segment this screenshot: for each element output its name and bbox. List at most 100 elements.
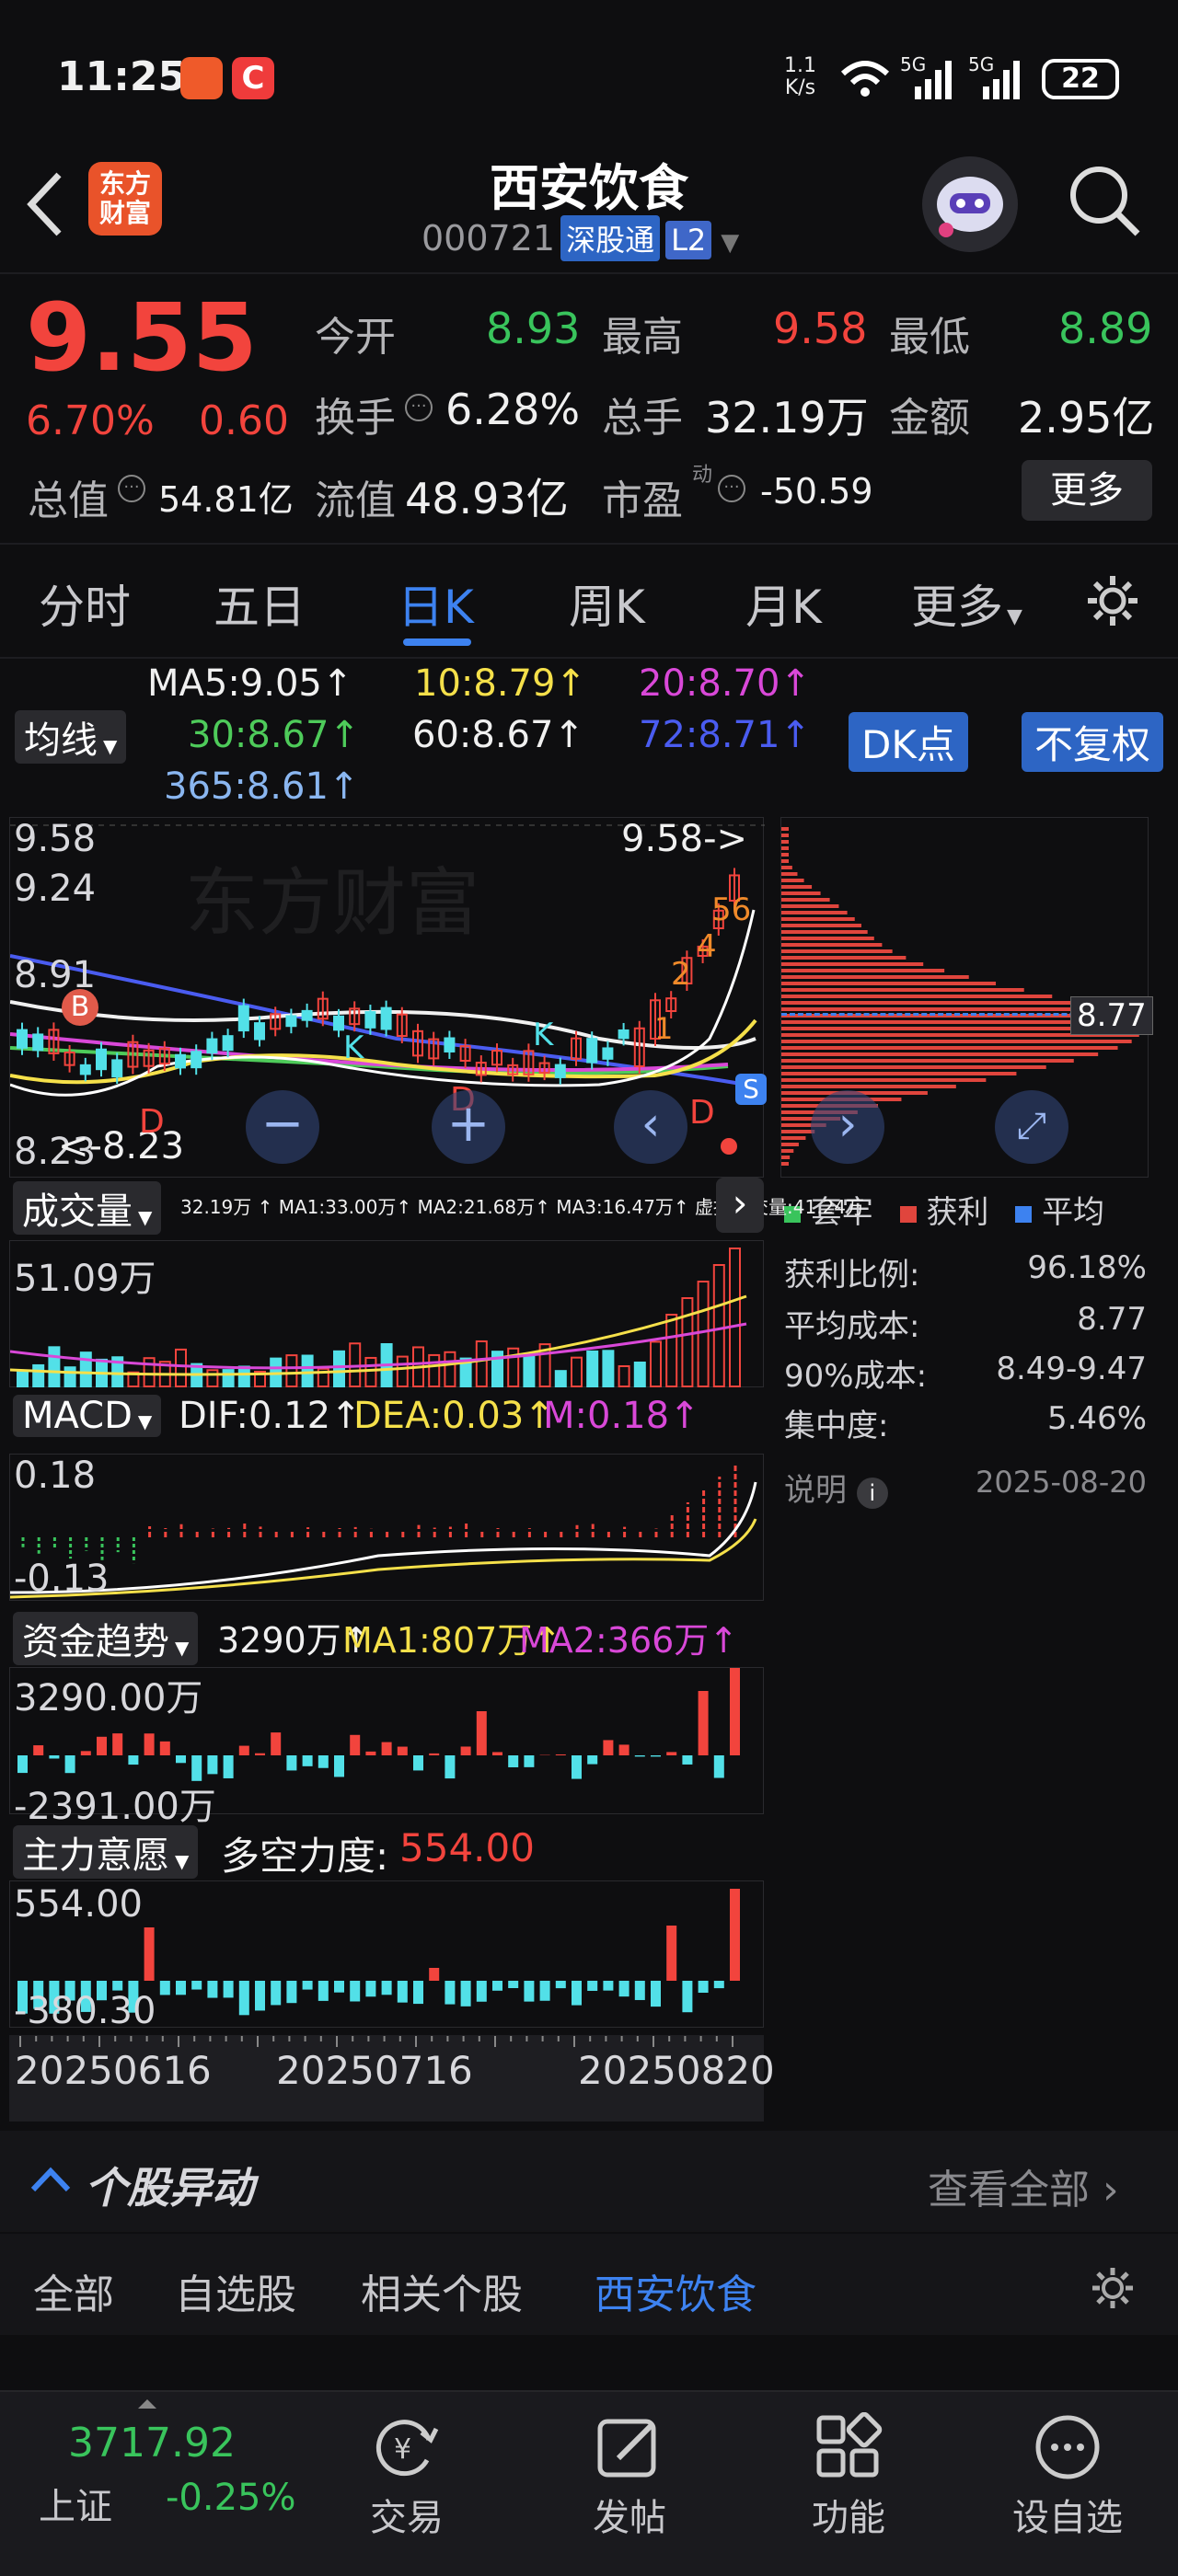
tab-day-k[interactable]: 日K (398, 570, 474, 637)
view-all-link[interactable]: 查看全部 › (928, 2156, 1119, 2215)
chip-bar (781, 1059, 1074, 1063)
expand-panel-arrow-icon[interactable]: › (716, 1178, 764, 1233)
high-label: 最高 (602, 314, 683, 361)
volume-bar (143, 1357, 156, 1388)
chip-distribution-chart[interactable]: 8.77 › ⤢ (780, 817, 1153, 1178)
buy-marker[interactable]: B (62, 989, 98, 1026)
chip-note[interactable]: 说明 i (784, 1465, 888, 1510)
macd-svg (9, 1464, 757, 1599)
index-value[interactable]: 3717.92 (68, 2420, 236, 2467)
macd-axis-bottom: -0.13 (14, 1558, 110, 1600)
search-icon[interactable] (1066, 162, 1143, 239)
trade-icon[interactable]: ¥ (372, 2412, 442, 2482)
fund-trend-selector[interactable]: 资金趋势 ▼ (13, 1612, 199, 1665)
no-adjust-button[interactable]: 不复权 (1022, 712, 1164, 772)
main-force-selector[interactable]: 主力意愿 ▼ (13, 1825, 199, 1879)
volume-bar (175, 1348, 187, 1387)
tab-week-k[interactable]: 周K (569, 570, 645, 637)
candle (554, 1064, 566, 1078)
filter-tab-related[interactable]: 相关个股 (361, 2261, 523, 2320)
main-force-bar (302, 1981, 313, 1990)
fund-bar (572, 1755, 582, 1779)
main-force-bar (334, 1981, 344, 1993)
wifi-icon (840, 61, 890, 97)
date-label: 20250820 (578, 2048, 775, 2093)
movement-header[interactable]: 个股异动 查看全部 › (0, 2131, 1178, 2232)
mktcap-value: 54.81亿 (158, 479, 294, 520)
candle (444, 1037, 456, 1052)
index-name[interactable]: 上证 (39, 2477, 112, 2530)
post-label[interactable]: 发帖 (572, 2488, 687, 2541)
chip-stat-value: 96.18% (1027, 1249, 1147, 1286)
sell-marker[interactable]: S (735, 1074, 767, 1105)
index-change[interactable]: -0.25% (166, 2477, 296, 2519)
chip-bar (781, 949, 893, 953)
info-dots-icon[interactable]: ··· (118, 475, 145, 502)
more-quote-button[interactable]: 更多 (1022, 460, 1152, 521)
stock-code-row[interactable]: 000721 深股通 L2 ▼ (422, 215, 739, 261)
expand-icon[interactable]: ⤢ (995, 1090, 1068, 1164)
settings-gear-icon[interactable] (1084, 572, 1141, 629)
chip-bar (781, 1085, 956, 1088)
main-force-bar (539, 1981, 550, 2001)
info-dots-icon[interactable]: ··· (718, 475, 745, 502)
k-marker[interactable]: K (533, 1017, 553, 1053)
tab-minute[interactable]: 分时 (39, 570, 131, 637)
zoom-out-button[interactable]: − (246, 1090, 319, 1164)
macd-chart[interactable]: 0.18 -0.13 (9, 1454, 764, 1601)
k-marker[interactable]: K (343, 1029, 364, 1066)
robot-assistant-avatar[interactable] (922, 156, 1018, 252)
info-dots-icon[interactable]: ··· (405, 394, 433, 421)
chip-bar (781, 1143, 799, 1146)
main-force-bar (618, 1981, 629, 1997)
filter-settings-gear-icon[interactable] (1090, 2265, 1136, 2311)
volume-bar (79, 1351, 92, 1387)
tab-month-k[interactable]: 月K (745, 570, 822, 637)
add-watchlist-icon[interactable] (1033, 2412, 1103, 2482)
expand-caret-icon[interactable] (138, 2399, 156, 2409)
main-force-bar (286, 1981, 297, 2004)
current-dot (721, 1138, 737, 1155)
chip-bar (781, 1149, 794, 1153)
filter-tab-current-stock[interactable]: 西安饮食 (595, 2261, 756, 2320)
fund-bar (49, 1755, 60, 1759)
d-marker[interactable]: D (139, 1103, 165, 1141)
fund-bar (176, 1755, 186, 1764)
dk-point-button[interactable]: DK点 (849, 712, 968, 772)
fund-bar (144, 1733, 155, 1755)
ma-selector[interactable]: 均线 ▼ (15, 710, 127, 764)
scroll-left-button[interactable]: ‹ (614, 1090, 687, 1164)
fund-bar (730, 1668, 740, 1755)
macd-dif-line (9, 1481, 757, 1594)
filter-tab-all[interactable]: 全部 (33, 2261, 114, 2320)
current-price: 9.55 (26, 283, 258, 393)
watchlist-label[interactable]: 设自选 (999, 2488, 1136, 2541)
fund-bar (682, 1755, 693, 1765)
kline-chart[interactable]: 东方财富 9.58 9.24 8.91 8.23 9.58-> <-8.23 B… (9, 817, 767, 1178)
stock-code: 000721 (422, 218, 556, 259)
post-edit-icon[interactable] (595, 2412, 664, 2482)
volume-selector[interactable]: 成交量 ▼ (13, 1181, 162, 1235)
filter-tab-watchlist[interactable]: 自选股 (175, 2261, 296, 2320)
main-force-chart[interactable]: 554.00 -380.30 (9, 1880, 764, 2032)
macd-selector[interactable]: MACD ▼ (13, 1395, 162, 1437)
fund-trend-chart[interactable]: 3290.00万 -2391.00万 (9, 1667, 764, 1828)
volume-axis-top: 51.09万 (14, 1258, 156, 1300)
fund-bar (17, 1755, 28, 1774)
main-force-bar (682, 1981, 693, 2013)
volume-chart[interactable]: 51.09万 (9, 1240, 764, 1388)
tab-more[interactable]: 更多 ▼ (911, 570, 1022, 637)
d-marker[interactable]: D (689, 1094, 715, 1132)
chip-bar (781, 885, 813, 889)
trade-label[interactable]: 交易 (350, 2488, 464, 2541)
zoom-in-button[interactable]: + (432, 1090, 505, 1164)
volume-bar (554, 1370, 567, 1388)
scroll-right-button[interactable]: › (811, 1090, 884, 1164)
fund-bar (413, 1755, 423, 1771)
functions-grid-icon[interactable] (814, 2412, 884, 2482)
chip-bar (781, 1046, 1118, 1050)
tab-five-day[interactable]: 五日 (214, 570, 306, 637)
candle (301, 1009, 313, 1021)
fund-bar (97, 1736, 107, 1755)
functions-label[interactable]: 功能 (791, 2488, 906, 2541)
